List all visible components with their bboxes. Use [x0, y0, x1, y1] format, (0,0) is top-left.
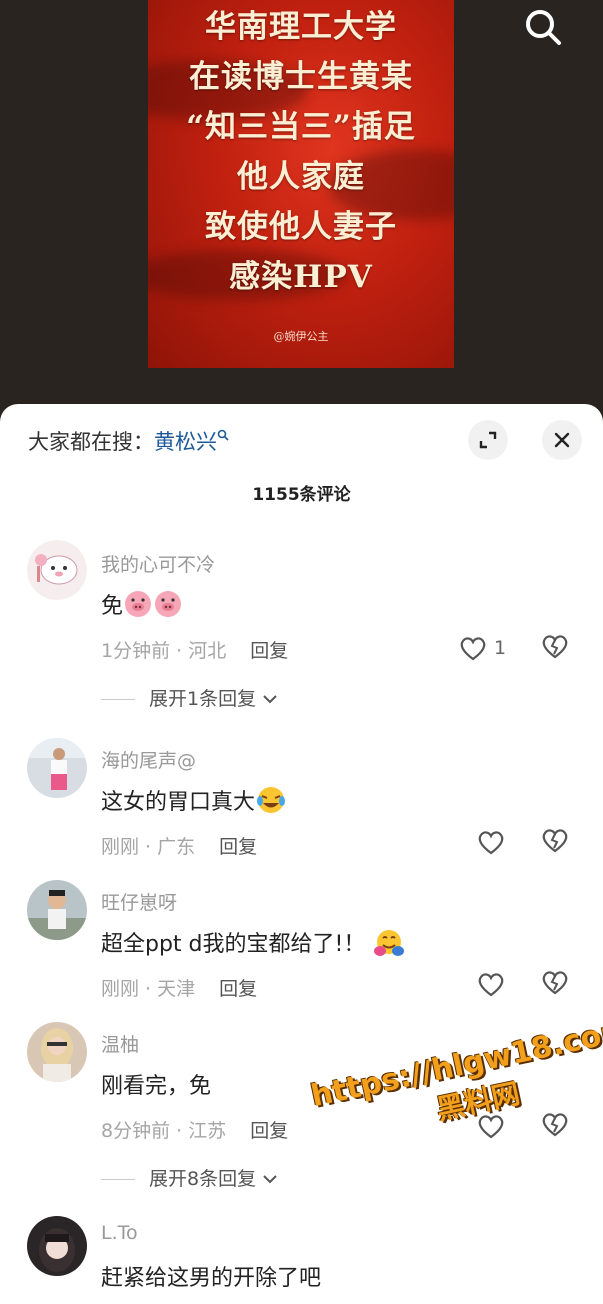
comment-text: 免	[101, 588, 183, 624]
video-area: 华南理工大学 在读博士生黄某 “知三当三”插足 他人家庭 致使他人妻子 感染HP…	[0, 0, 603, 420]
reply-button[interactable]: 回复	[219, 978, 257, 1000]
expand-button[interactable]	[468, 420, 508, 460]
search-button[interactable]	[522, 6, 564, 48]
dislike-button[interactable]	[540, 826, 574, 858]
comment-text: 刚看完，免	[101, 1074, 212, 1099]
time-location: 刚刚 · 广东	[101, 836, 196, 858]
reply-button[interactable]: 回复	[219, 836, 257, 858]
small-search-icon	[217, 429, 229, 444]
poster-line-3: “知三当三”插足	[186, 109, 416, 145]
like-button[interactable]	[476, 826, 536, 858]
dislike-button[interactable]	[540, 968, 574, 1000]
comment-text: 这女的胃口真大	[101, 784, 287, 821]
like-button[interactable]: 1	[458, 632, 518, 664]
time-location: 1分钟前 · 河北	[101, 640, 227, 662]
expand-icon	[479, 431, 497, 449]
comment-meta: 1分钟前 · 河北 回复	[101, 636, 288, 663]
broken-heart-icon	[542, 971, 568, 995]
poster-credit: @婉伊公主	[273, 330, 329, 343]
username[interactable]: 旺仔崽呀	[101, 888, 177, 915]
poster-image: 华南理工大学 在读博士生黄某 “知三当三”插足 他人家庭 致使他人妻子 感染HP…	[148, 0, 454, 368]
poster-line-5: 致使他人妻子	[205, 209, 397, 245]
avatar[interactable]	[27, 738, 87, 798]
heart-icon	[478, 973, 504, 997]
avatar[interactable]	[27, 880, 87, 940]
broken-heart-icon	[542, 635, 568, 659]
username[interactable]: L.To	[101, 1222, 138, 1244]
heart-icon	[460, 637, 486, 661]
time-location: 刚刚 · 天津	[101, 978, 196, 1000]
avatar[interactable]	[27, 1216, 87, 1276]
avatar[interactable]	[27, 1022, 87, 1082]
comment-text: 超全ppt d我的宝都给了!！	[101, 926, 406, 963]
comment-meta: 刚刚 · 广东 回复	[101, 832, 257, 859]
poster-line-4: 他人家庭	[237, 159, 365, 195]
comment-meta: 刚刚 · 天津 回复	[101, 974, 257, 1001]
close-button[interactable]	[542, 420, 582, 460]
like-count: 1	[494, 637, 507, 659]
comments-sheet: 大家都在搜：黄松兴 1155条评论 我的心可不冷 免 1分钟前 · 河北 回复 …	[0, 404, 603, 1304]
heart-icon	[478, 831, 504, 855]
dislike-button[interactable]	[540, 1110, 574, 1142]
hugging-face-emoji	[372, 927, 406, 963]
time-location: 8分钟前 · 江苏	[101, 1120, 227, 1142]
chevron-down-icon	[263, 695, 277, 704]
comment-text: 赶紧给这男的开除了吧	[101, 1266, 322, 1291]
close-icon	[554, 432, 570, 448]
broken-heart-icon	[542, 829, 568, 853]
expand-replies[interactable]: 展开8条回复	[101, 1164, 278, 1191]
hot-search-keyword[interactable]: 黄松兴	[154, 430, 217, 454]
poster-line-6: 感染HPV	[229, 259, 373, 295]
username[interactable]: 海的尾声@	[101, 746, 196, 773]
username[interactable]: 我的心可不冷	[101, 550, 215, 577]
hot-search-prefix: 大家都在搜：	[28, 430, 154, 454]
poster-line-1: 华南理工大学	[205, 9, 397, 45]
comment-meta: 8分钟前 · 江苏 回复	[101, 1116, 288, 1143]
username[interactable]: 温柚	[101, 1030, 139, 1057]
hot-search[interactable]: 大家都在搜：黄松兴	[28, 426, 229, 456]
crying-laughing-emoji	[255, 785, 287, 821]
broken-heart-icon	[542, 1113, 568, 1137]
chevron-down-icon	[263, 1175, 277, 1184]
avatar[interactable]	[27, 540, 87, 600]
reply-button[interactable]: 回复	[250, 640, 288, 662]
reply-button[interactable]: 回复	[250, 1120, 288, 1142]
comment-count: 1155条评论	[252, 485, 351, 505]
search-icon	[526, 10, 561, 45]
dislike-button[interactable]	[540, 632, 574, 664]
pig-emoji	[123, 590, 153, 624]
pig-emoji	[153, 590, 183, 624]
like-button[interactable]	[476, 968, 536, 1000]
expand-replies[interactable]: 展开1条回复	[101, 684, 278, 711]
poster-line-2: 在读博士生黄某	[189, 59, 413, 95]
